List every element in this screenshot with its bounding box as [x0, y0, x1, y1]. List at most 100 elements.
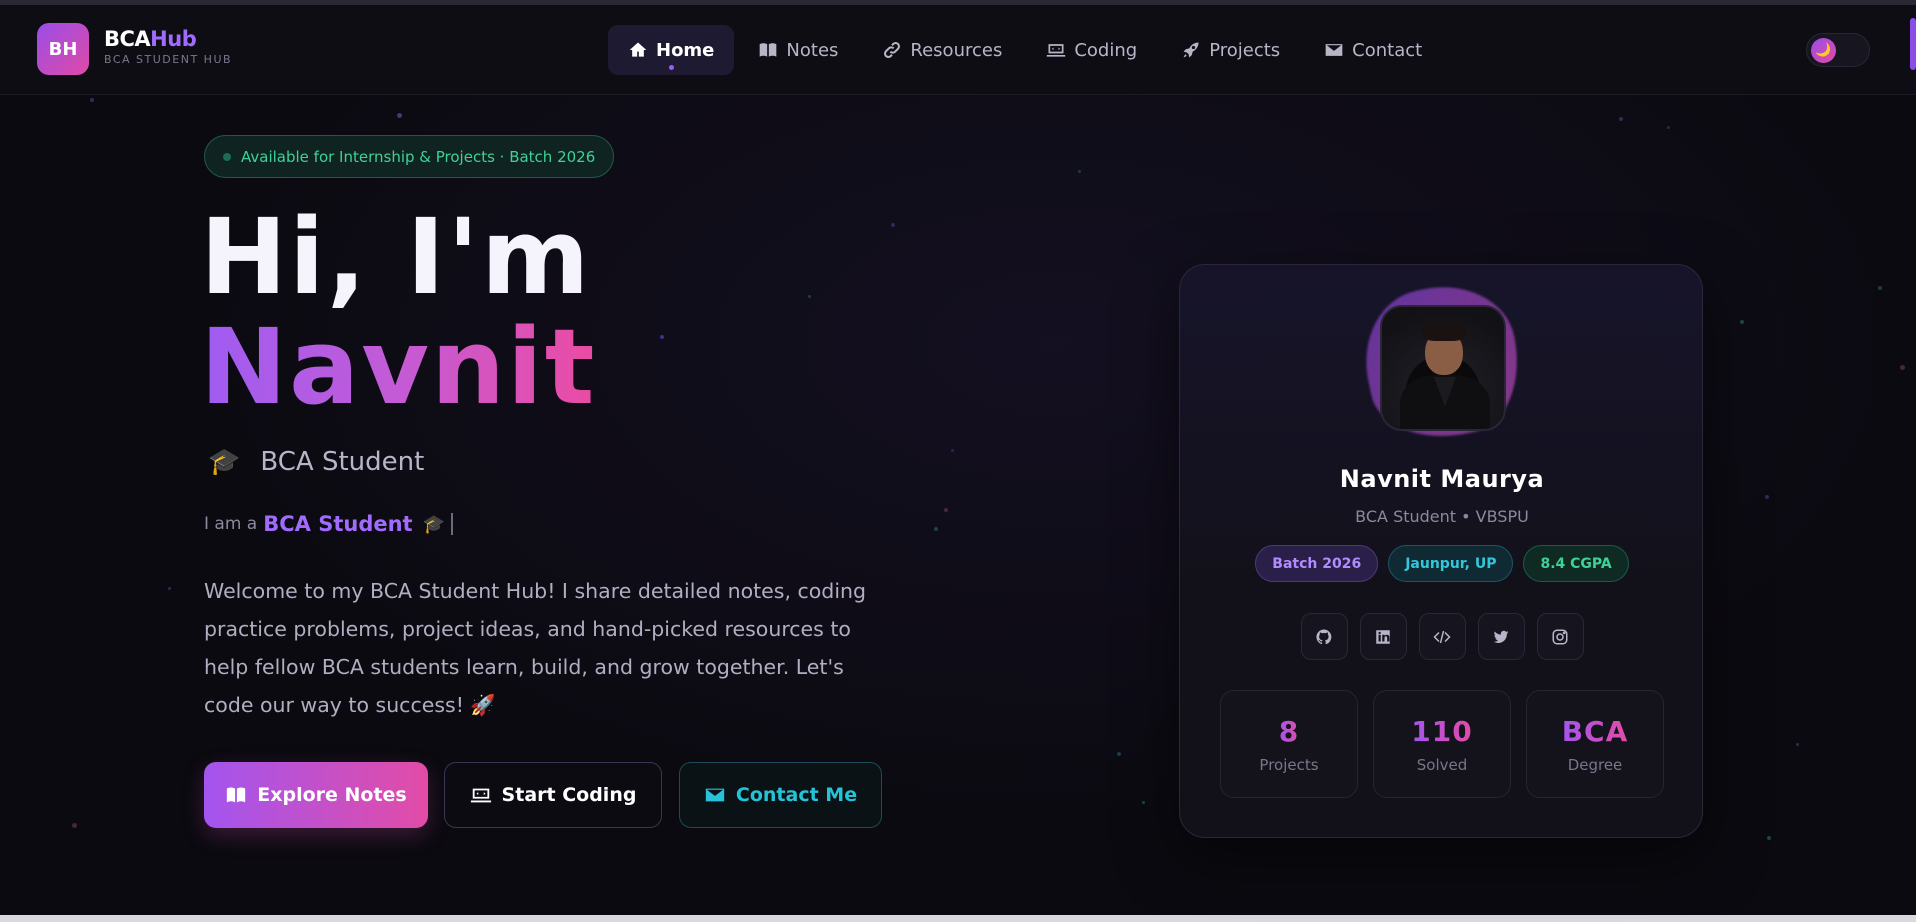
linkedin-link[interactable] — [1359, 613, 1407, 660]
logo-text: BH — [48, 38, 78, 60]
stat-label: Projects — [1259, 755, 1319, 774]
stat-value: 8 — [1278, 714, 1300, 748]
stat-degree: BCA Degree — [1526, 690, 1664, 798]
nav-item-home[interactable]: Home — [608, 25, 735, 75]
linkedin-icon — [1376, 629, 1390, 644]
laptop-code-icon — [1047, 44, 1066, 57]
explore-notes-button[interactable]: Explore Notes — [204, 762, 428, 828]
hero-role: 🎓 BCA Student — [208, 447, 424, 477]
particle — [1078, 170, 1081, 173]
nav-item-notes[interactable]: Notes — [738, 25, 858, 75]
particle — [934, 527, 938, 531]
stat-label: Solved — [1416, 755, 1468, 774]
particle — [1667, 126, 1670, 129]
twitter-link[interactable] — [1477, 613, 1525, 660]
stat-solved: 110 Solved — [1373, 690, 1511, 798]
typing-cursor — [451, 513, 453, 535]
particle — [951, 449, 954, 452]
start-coding-button[interactable]: Start Coding — [444, 762, 662, 828]
brand-name: BCAHub — [104, 27, 232, 51]
typed-prefix: I am a — [204, 514, 258, 534]
contact-me-button[interactable]: Contact Me — [679, 762, 882, 828]
nav-item-label: Contact — [1352, 39, 1423, 61]
social-links — [1180, 613, 1704, 660]
hero-intro: Welcome to my BCA Student Hub! I share d… — [204, 579, 867, 717]
particle — [1765, 495, 1769, 499]
nav-item-projects[interactable]: Projects — [1161, 25, 1300, 75]
stat-value: BCA — [1561, 714, 1629, 748]
graduation-cap-icon: 🎓 — [422, 513, 445, 535]
particle — [1740, 320, 1744, 324]
chip-batch: Batch 2026 — [1255, 545, 1379, 582]
hero-name: Navnit — [200, 306, 597, 428]
main-nav: Home Notes Resources Coding Projects Con… — [608, 25, 1446, 75]
moon-icon: 🌙 — [1811, 38, 1836, 63]
particle — [72, 823, 77, 828]
envelope-icon — [705, 788, 725, 802]
typed-word: BCA Student — [263, 512, 413, 536]
particle — [944, 508, 948, 512]
link-icon — [884, 42, 901, 58]
profile-name: Navnit Maurya — [1339, 465, 1545, 493]
particle — [1878, 286, 1882, 290]
brand-name-part2: Hub — [150, 27, 197, 51]
github-icon — [1316, 628, 1332, 644]
stat-value: 110 — [1411, 714, 1473, 748]
graduation-cap-icon: 🎓 — [208, 447, 241, 477]
particle — [660, 335, 664, 339]
profile-card: Navnit Maurya BCA Student • VBSPU Batch … — [1179, 264, 1703, 838]
github-link[interactable] — [1300, 613, 1348, 660]
nav-item-resources[interactable]: Resources — [862, 25, 1022, 75]
stat-label: Degree — [1567, 755, 1623, 774]
nav-item-contact[interactable]: Contact — [1304, 25, 1442, 75]
button-label: Start Coding — [501, 784, 637, 806]
particle — [891, 223, 895, 227]
nav-item-coding[interactable]: Coding — [1026, 25, 1157, 75]
particle — [397, 113, 402, 118]
home-icon — [629, 42, 647, 57]
brand[interactable]: BCAHub BCA STUDENT HUB — [104, 27, 232, 66]
particle — [1767, 836, 1771, 840]
nav-item-label: Home — [656, 39, 715, 61]
particle — [168, 587, 171, 590]
envelope-icon — [1325, 44, 1343, 56]
nav-item-label: Projects — [1209, 39, 1281, 61]
logo[interactable]: BH — [37, 23, 89, 75]
particle — [1117, 752, 1121, 756]
particle — [808, 295, 811, 298]
chip-location: Jaunpur, UP — [1388, 545, 1514, 582]
laptop-code-icon — [470, 788, 491, 803]
particle — [90, 98, 94, 102]
window-bottom-edge — [0, 915, 1916, 922]
profile-subtitle: BCA Student • VBSPU — [1355, 507, 1529, 526]
typed-line: I am a BCA Student 🎓 — [204, 512, 453, 536]
stat-projects: 8 Projects — [1220, 690, 1358, 798]
profile-chips: Batch 2026 Jaunpur, UP 8.4 CGPA — [1180, 545, 1704, 582]
book-icon — [760, 43, 777, 57]
instagram-link[interactable] — [1536, 613, 1584, 660]
chip-cgpa: 8.4 CGPA — [1523, 545, 1629, 582]
hero-role-text: BCA Student — [260, 447, 425, 477]
nav-item-label: Coding — [1074, 39, 1138, 61]
particle — [1900, 365, 1905, 370]
button-label: Explore Notes — [257, 784, 407, 806]
avatar-hair — [1422, 321, 1466, 341]
avatar — [1380, 305, 1506, 431]
button-label: Contact Me — [735, 784, 858, 806]
hero-greeting: Hi, I'm — [200, 196, 592, 318]
code-icon — [1433, 630, 1451, 643]
twitter-icon — [1493, 630, 1509, 643]
instagram-icon — [1552, 629, 1568, 644]
rocket-icon — [1183, 42, 1199, 58]
theme-toggle[interactable]: 🌙 — [1806, 33, 1870, 67]
availability-badge: Available for Internship & Projects · Ba… — [204, 135, 615, 178]
scroll-accent — [1910, 18, 1916, 70]
code-profile-link[interactable] — [1418, 613, 1466, 660]
particle — [1796, 743, 1799, 746]
nav-item-label: Notes — [786, 39, 839, 61]
top-navbar: BH BCAHub BCA STUDENT HUB Home Notes Res… — [0, 5, 1916, 95]
particle — [1142, 801, 1145, 804]
nav-item-label: Resources — [910, 39, 1003, 61]
book-icon — [227, 787, 246, 803]
brand-subtitle: BCA STUDENT HUB — [104, 53, 233, 66]
